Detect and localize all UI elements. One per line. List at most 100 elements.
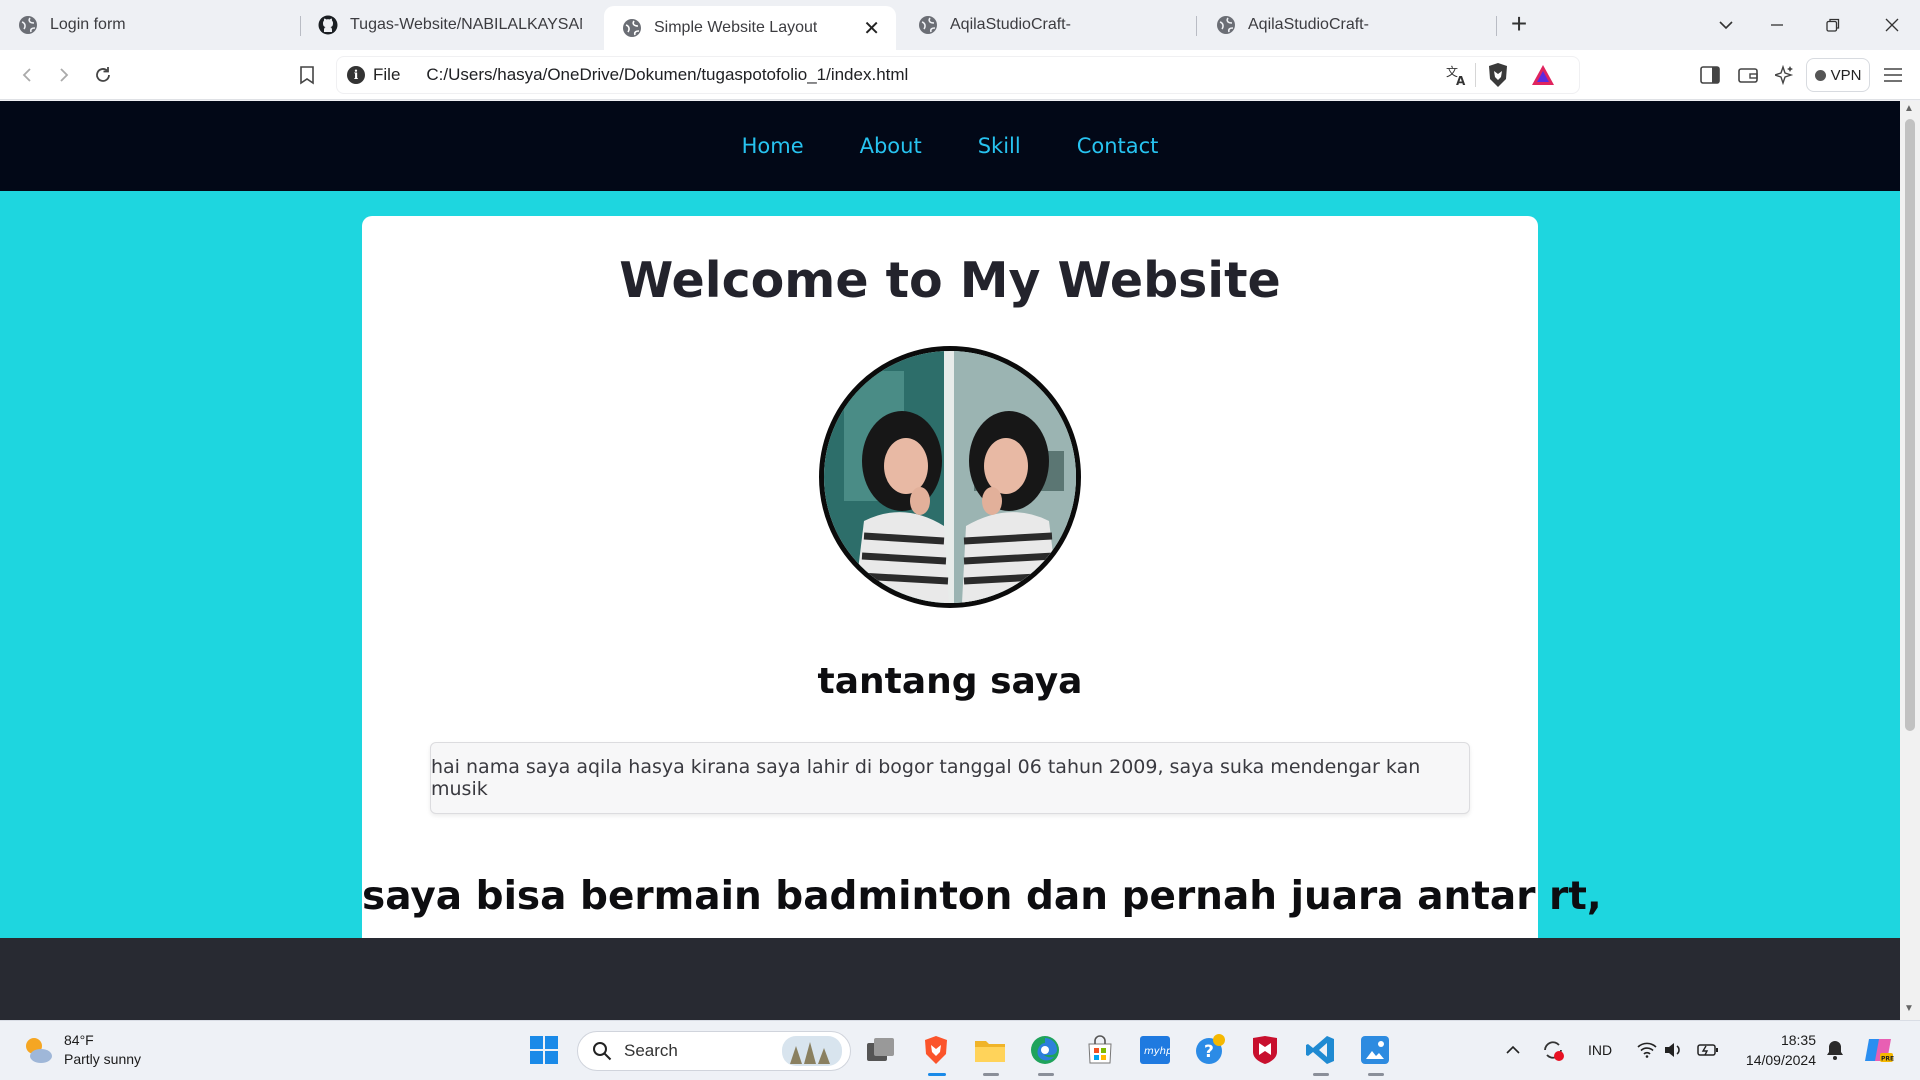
tab-title: Tugas-Website/NABILALKAYSAN.jpg [350,16,582,33]
start-icon[interactable] [527,1033,561,1067]
nav-link-skill[interactable]: Skill [978,134,1021,158]
nav-link-home[interactable]: Home [742,134,804,158]
copilot-icon[interactable]: PRE [1862,1033,1896,1067]
search-label: Search [624,1041,678,1060]
tab-login-form[interactable]: Login form [0,6,296,44]
bookmark-icon[interactable] [292,60,322,90]
tab-title: Simple Website Layout [654,19,818,36]
tab-search-chevron-icon[interactable] [1706,8,1746,42]
windows-taskbar: 84°F Partly sunny Search myhp ? IND 18:3… [0,1020,1920,1080]
paint-app-icon[interactable] [1358,1033,1392,1067]
back-icon[interactable] [12,60,42,90]
hp-support-icon[interactable]: ? [1193,1033,1227,1067]
open-app-indicator [1038,1073,1054,1076]
minimize-icon[interactable] [1757,8,1797,42]
svg-text:A: A [1456,74,1466,87]
close-tab-icon[interactable]: ✕ [857,16,886,41]
url-text[interactable]: C:/Users/hasya/OneDrive/Dokumen/tugaspot… [426,65,908,85]
globe-icon [1217,16,1235,34]
tab-title: AqilaStudioCraft- [950,16,1071,33]
vpn-status-icon [1814,69,1826,81]
scroll-up-icon[interactable]: ▲ [1904,103,1914,114]
taskbar-search[interactable]: Search [577,1031,851,1071]
tab-github[interactable]: Tugas-Website/NABILALKAYSAN.jpg [300,6,592,44]
weather-temp: 84°F [64,1032,94,1048]
github-icon [318,15,338,35]
open-app-indicator [983,1073,999,1076]
mcafee-icon[interactable] [1248,1033,1282,1067]
brave-shields-icon[interactable] [1487,62,1509,93]
notifications-icon[interactable] [1818,1033,1852,1067]
brave-rewards-icon[interactable] [1531,64,1555,91]
restore-icon[interactable] [1813,8,1853,42]
about-text: hai nama saya aqila hasya kirana saya la… [431,756,1421,800]
brave-browser-icon[interactable] [919,1033,953,1067]
clock[interactable]: 18:35 14/09/2024 [1738,1030,1816,1070]
svg-text:PRE: PRE [1881,1056,1894,1063]
weather-widget[interactable]: 84°F Partly sunny [22,1031,141,1069]
clock-date: 14/09/2024 [1745,1052,1816,1068]
open-app-indicator [1313,1073,1329,1076]
weather-description: Partly sunny [64,1051,142,1067]
volume-icon[interactable] [1657,1033,1691,1067]
vscode-icon[interactable] [1303,1033,1337,1067]
profile-photo [819,346,1081,608]
scrollbar-thumb[interactable] [1905,119,1915,731]
partly-sunny-icon [26,1038,52,1063]
open-app-indicator [1368,1073,1384,1076]
tab-divider [1196,16,1197,36]
url-scheme-label: File [373,65,401,84]
search-icon [593,1042,612,1061]
forward-icon[interactable] [49,60,79,90]
new-tab-button[interactable]: + [1504,10,1534,40]
nav-link-contact[interactable]: Contact [1077,134,1159,158]
site-navbar: Home About Skill Contact [0,101,1900,191]
vpn-button[interactable]: VPN [1806,58,1870,92]
search-highlight-icon [782,1036,842,1066]
sync-status-icon[interactable] [1536,1033,1570,1067]
nav-link-about[interactable]: About [860,134,922,158]
svg-text:myhp: myhp [1144,1046,1170,1057]
translate-icon[interactable]: 文A [1445,63,1469,92]
svg-text:?: ? [1204,1042,1214,1062]
tab-title: AqilaStudioCraft- [1248,16,1369,33]
address-bar[interactable]: i File C:/Users/hasya/OneDrive/Dokumen/t… [336,56,1580,94]
globe-icon [919,16,937,34]
omnibox-divider [1475,63,1476,87]
edge-icon[interactable] [1028,1033,1062,1067]
menu-icon[interactable] [1878,60,1908,90]
content-card: Welcome to My Website tantang saya hai n… [362,216,1602,938]
show-hidden-icons-icon[interactable] [1496,1033,1530,1067]
browser-tab-strip: Login form Tugas-Website/NABILALKAYSAN.j… [0,0,1920,50]
close-window-icon[interactable] [1872,8,1912,42]
leo-ai-icon[interactable] [1770,60,1800,90]
scroll-down-icon[interactable]: ▼ [1904,1003,1914,1014]
site-info-icon[interactable]: i [347,66,365,84]
tab-divider [1496,16,1497,36]
sidebar-icon[interactable] [1695,60,1725,90]
tab-title: Login form [50,16,126,33]
file-explorer-icon[interactable] [973,1033,1007,1067]
skill-heading: saya bisa bermain badminton dan pernah j… [362,874,1602,919]
about-heading: tantang saya [817,661,1083,702]
tab-aqilastudiocraft-2[interactable]: AqilaStudioCraft- [1198,6,1494,44]
globe-icon [19,16,37,34]
reload-icon[interactable] [88,60,118,90]
vpn-label: VPN [1830,66,1862,84]
about-text-box: hai nama saya aqila hasya kirana saya la… [430,742,1470,814]
page-viewport: Home About Skill Contact Welcome to My W… [0,101,1900,938]
globe-icon [623,19,641,37]
clock-time: 18:35 [1780,1032,1816,1048]
myhp-icon[interactable]: myhp [1138,1033,1172,1067]
tab-simple-website-layout[interactable]: Simple Website Layout ✕ [604,6,896,50]
task-view-icon[interactable] [864,1033,898,1067]
battery-icon[interactable] [1691,1033,1725,1067]
active-app-indicator [928,1073,946,1076]
page-footer [0,938,1900,1020]
page-title: Welcome to My Website [619,252,1281,309]
page-scrollbar[interactable]: ▲ ▼ [1900,101,1920,1020]
tab-aqilastudiocraft-1[interactable]: AqilaStudioCraft- [900,6,1194,44]
microsoft-store-icon[interactable] [1083,1033,1117,1067]
language-indicator[interactable]: IND [1588,1042,1612,1058]
wallet-icon[interactable] [1733,60,1763,90]
